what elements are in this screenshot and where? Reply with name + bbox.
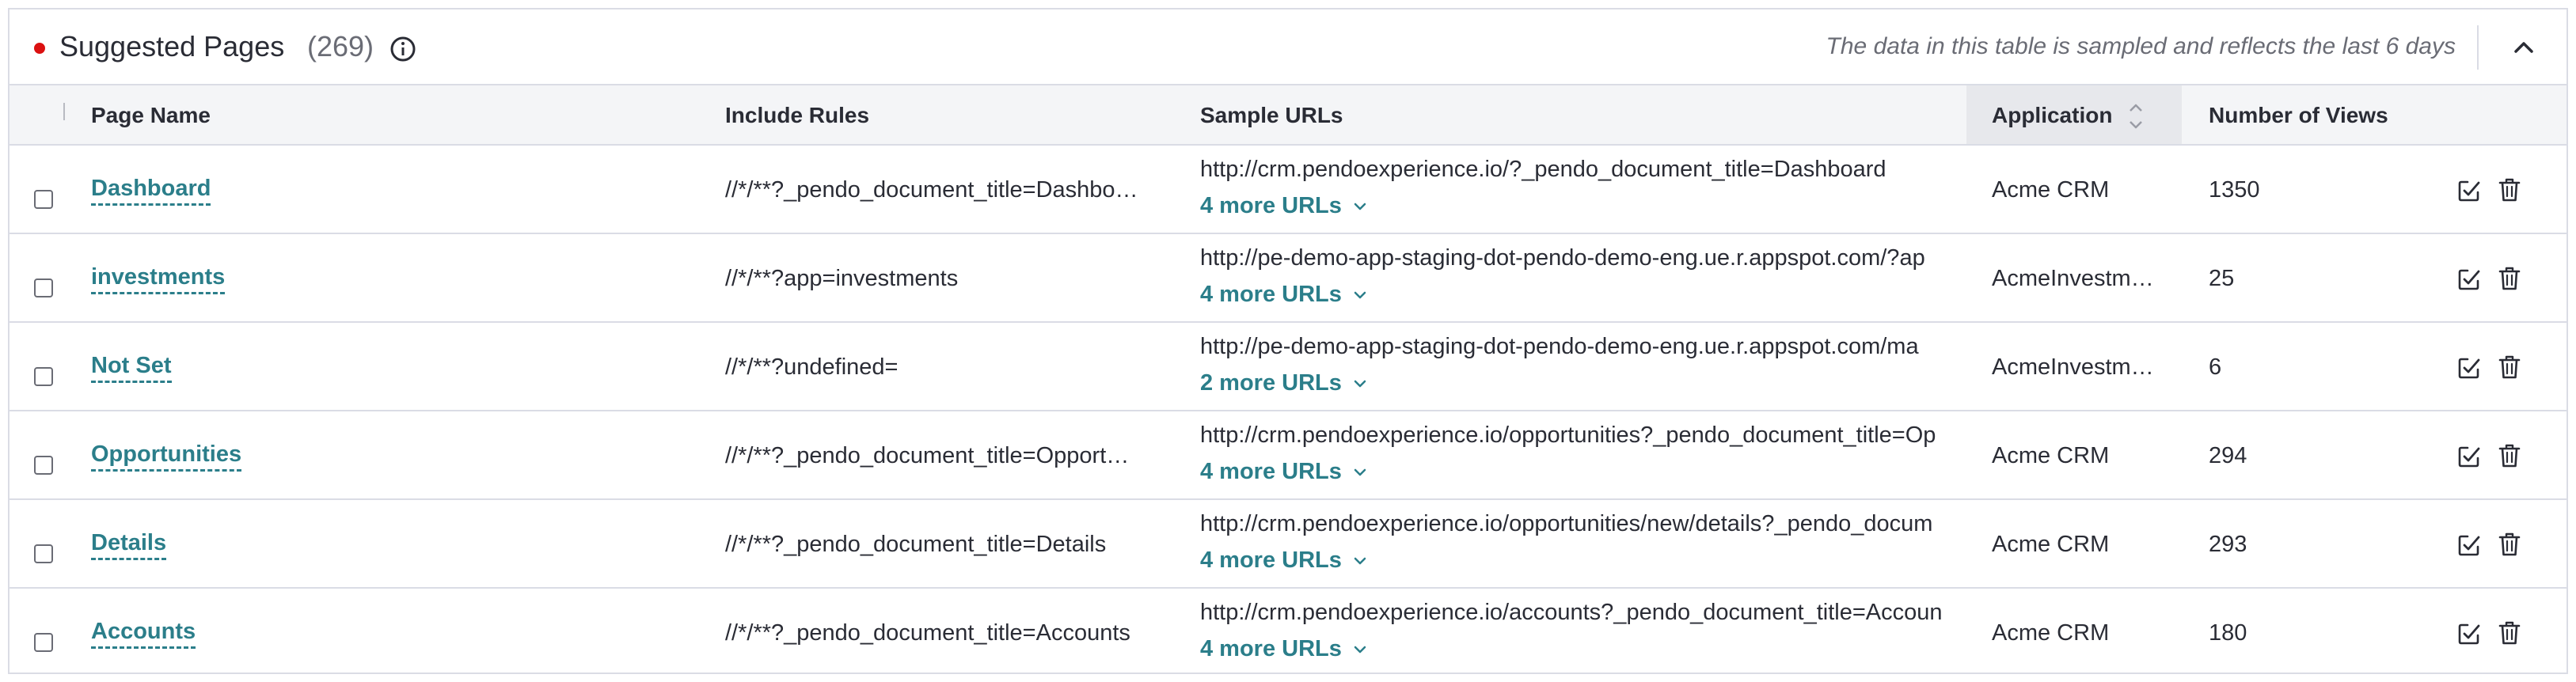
edit-icon[interactable] xyxy=(2457,267,2481,291)
chevron-down-icon xyxy=(1354,468,1366,476)
row-checkbox[interactable] xyxy=(34,278,53,297)
row-checkbox[interactable] xyxy=(34,367,53,386)
page-name-link[interactable]: Dashboard xyxy=(91,176,211,206)
page-name-link[interactable]: Accounts xyxy=(91,619,196,649)
application-name: AcmeInvestm… xyxy=(1992,354,2154,380)
more-urls-label: 4 more URLs xyxy=(1200,193,1342,218)
trash-icon[interactable] xyxy=(2498,354,2521,380)
include-rule: //*/**?app=investments xyxy=(725,266,959,291)
more-urls-toggle[interactable]: 4 more URLs xyxy=(1200,459,1367,485)
view-count: 294 xyxy=(2209,443,2247,468)
row-checkbox[interactable] xyxy=(34,190,53,209)
more-urls-label: 4 more URLs xyxy=(1200,282,1342,307)
application-name: Acme CRM xyxy=(1992,620,2110,646)
chevron-down-icon xyxy=(1354,380,1366,387)
more-urls-toggle[interactable]: 4 more URLs xyxy=(1200,193,1367,219)
table-row: Dashboard //*/**?_pendo_document_title=D… xyxy=(9,146,2567,234)
trash-icon[interactable] xyxy=(2498,443,2521,468)
trash-icon[interactable] xyxy=(2498,266,2521,291)
edit-icon[interactable] xyxy=(2457,445,2481,468)
sample-url: http://crm.pendoexperience.io/accounts?_… xyxy=(1200,600,1943,625)
page-name-link[interactable]: Not Set xyxy=(91,353,172,383)
table-row: Opportunities //*/**?_pendo_document_tit… xyxy=(9,411,2567,500)
edit-icon[interactable] xyxy=(2457,356,2481,380)
page-name-link[interactable]: Details xyxy=(91,530,167,560)
column-header-page-name[interactable]: Page Name xyxy=(91,103,211,128)
page-name-link[interactable]: investments xyxy=(91,264,226,294)
include-rule: //*/**?undefined= xyxy=(725,354,899,380)
application-name: Acme CRM xyxy=(1992,443,2110,468)
more-urls-label: 4 more URLs xyxy=(1200,459,1342,484)
more-urls-label: 2 more URLs xyxy=(1200,370,1342,396)
more-urls-toggle[interactable]: 4 more URLs xyxy=(1200,636,1367,662)
status-dot xyxy=(34,43,45,54)
panel-header: Suggested Pages (269) The data in this t… xyxy=(9,9,2567,85)
view-count: 6 xyxy=(2209,354,2222,380)
view-count: 1350 xyxy=(2209,177,2260,203)
column-header-sample-urls[interactable]: Sample URLs xyxy=(1200,103,1343,128)
application-name: AcmeInvestm… xyxy=(1992,266,2154,291)
more-urls-toggle[interactable]: 4 more URLs xyxy=(1200,547,1367,574)
page-count: (269) xyxy=(307,30,374,63)
include-rule: //*/**?_pendo_document_title=Dashbo… xyxy=(725,177,1138,203)
sample-note: The data in this table is sampled and re… xyxy=(1826,33,2456,59)
edit-icon[interactable] xyxy=(2457,622,2481,646)
chevron-down-icon xyxy=(1354,646,1366,653)
view-count: 293 xyxy=(2209,532,2247,557)
column-header-include-rules[interactable]: Include Rules xyxy=(725,103,869,128)
column-resize-handle[interactable] xyxy=(63,103,65,120)
more-urls-toggle[interactable]: 4 more URLs xyxy=(1200,282,1367,308)
sample-url: http://crm.pendoexperience.io/opportunit… xyxy=(1200,422,1936,448)
trash-icon[interactable] xyxy=(2498,532,2521,557)
include-rule: //*/**?_pendo_document_title=Opport… xyxy=(725,443,1130,468)
view-count: 180 xyxy=(2209,620,2247,646)
application-name: Acme CRM xyxy=(1992,532,2110,557)
row-checkbox[interactable] xyxy=(34,544,53,563)
column-header-application[interactable]: Application xyxy=(1992,103,2112,128)
page-name-link[interactable]: Opportunities xyxy=(91,441,242,472)
table-row: Not Set //*/**?undefined= http://pe-demo… xyxy=(9,323,2567,411)
sample-url: http://crm.pendoexperience.io/?_pendo_do… xyxy=(1200,157,1886,182)
edit-icon[interactable] xyxy=(2457,179,2481,203)
chevron-down-icon xyxy=(1354,291,1366,298)
application-name: Acme CRM xyxy=(1992,177,2110,203)
sample-url: http://pe-demo-app-staging-dot-pendo-dem… xyxy=(1200,245,1925,271)
sort-icon[interactable] xyxy=(2126,100,2145,133)
trash-icon[interactable] xyxy=(2498,620,2521,646)
include-rule: //*/**?_pendo_document_title=Details xyxy=(725,532,1107,557)
header-divider xyxy=(2477,25,2479,70)
column-header-number-of-views[interactable]: Number of Views xyxy=(2209,103,2388,128)
more-urls-label: 4 more URLs xyxy=(1200,547,1342,573)
table-row: Details //*/**?_pendo_document_title=Det… xyxy=(9,500,2567,589)
view-count: 25 xyxy=(2209,266,2235,291)
more-urls-label: 4 more URLs xyxy=(1200,636,1342,661)
table-row: investments //*/**?app=investments http:… xyxy=(9,234,2567,323)
include-rule: //*/**?_pendo_document_title=Accounts xyxy=(725,620,1130,646)
table-header-row: Page Name Include Rules Sample URLs Appl… xyxy=(9,85,2567,146)
edit-icon[interactable] xyxy=(2457,533,2481,557)
sample-url: http://crm.pendoexperience.io/opportunit… xyxy=(1200,511,1933,536)
chevron-down-icon xyxy=(1354,557,1366,564)
chevron-down-icon xyxy=(1354,203,1366,210)
info-icon[interactable] xyxy=(389,36,416,63)
row-checkbox[interactable] xyxy=(34,633,53,652)
suggested-pages-panel: Suggested Pages (269) The data in this t… xyxy=(8,8,2568,674)
panel-title: Suggested Pages xyxy=(59,30,285,63)
collapse-chevron-icon[interactable] xyxy=(2508,33,2540,62)
more-urls-toggle[interactable]: 2 more URLs xyxy=(1200,370,1367,396)
row-checkbox[interactable] xyxy=(34,456,53,475)
trash-icon[interactable] xyxy=(2498,177,2521,203)
sample-url: http://pe-demo-app-staging-dot-pendo-dem… xyxy=(1200,334,1919,359)
table-row: Accounts //*/**?_pendo_document_title=Ac… xyxy=(9,589,2567,673)
